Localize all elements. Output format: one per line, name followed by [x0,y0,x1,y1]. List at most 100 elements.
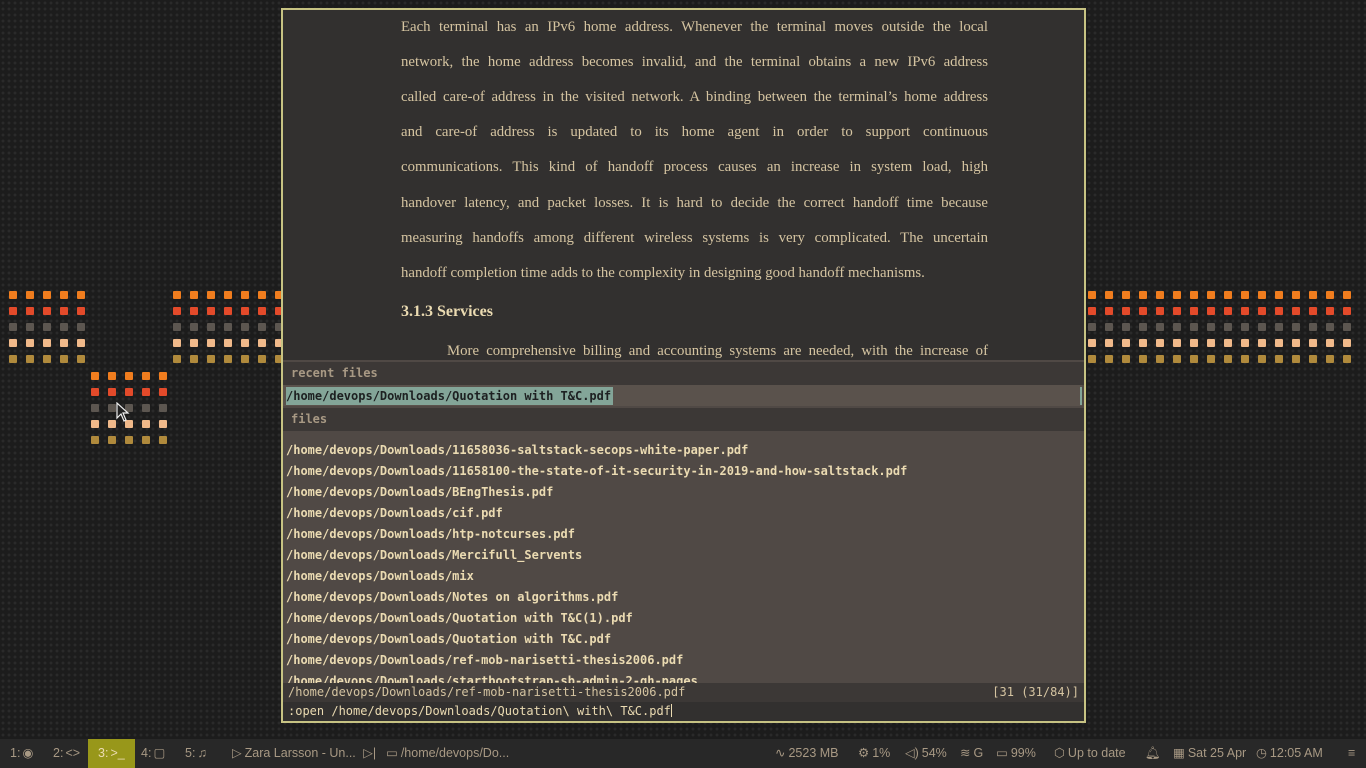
wallpaper-square [1326,355,1334,363]
workspace-4[interactable]: 4: ▢ [131,739,175,768]
wallpaper-square [1173,323,1181,331]
wifi-widget[interactable]: ≋ G [960,739,983,768]
wallpaper-square [1309,291,1317,299]
command-text[interactable]: :open /home/devops/Downloads/Quotation\ … [288,704,671,718]
wallpaper-square [1207,339,1215,347]
next-track-icon[interactable]: ▷| [363,739,376,768]
wallpaper-square [173,291,181,299]
menu-icon[interactable]: ≡ [1348,739,1355,768]
wifi-value: G [973,746,984,760]
wallpaper-square [1190,355,1198,363]
wallpaper-square [60,291,68,299]
wallpaper-square [1139,307,1147,315]
wallpaper-square [26,323,34,331]
notifications-widget[interactable]: 🔔︎ [1145,739,1164,768]
window-icon: ▭ [386,746,398,760]
wallpaper-square [1122,323,1130,331]
date-widget[interactable]: ▦ Sat 25 Apr [1173,739,1246,768]
activity-icon: ∿ [775,746,786,760]
wallpaper-square [224,323,232,331]
media-widget[interactable]: ▷ Zara Larsson - Un... ▷| [232,739,379,768]
wallpaper-square [1122,339,1130,347]
paragraph-line: measuring handoffs among different wirel… [401,230,988,246]
wallpaper-square [190,291,198,299]
wallpaper-square [1224,355,1232,363]
file-item[interactable]: /home/devops/Downloads/mix [286,567,474,585]
workspace-number: 3: [98,746,109,760]
workspace-number: 5: [185,746,196,760]
file-item[interactable]: /home/devops/Downloads/BEngThesis.pdf [286,483,553,501]
terminal-icon: >_ [110,746,125,760]
wallpaper-square [1173,355,1181,363]
clock-widget[interactable]: ◷ 12:05 AM [1256,739,1323,768]
menu-widget[interactable]: ≡ [1348,739,1358,768]
command-input[interactable]: :open /home/devops/Downloads/Quotation\ … [283,702,1084,721]
wallpaper-square [207,355,215,363]
workspace-5[interactable]: 5: ♫ [175,739,217,768]
file-item[interactable]: /home/devops/Downloads/ref-mob-narisetti… [286,651,683,669]
file-item[interactable]: /home/devops/Downloads/11658100-the-stat… [286,462,907,480]
wallpaper-square [1139,355,1147,363]
wallpaper-square [1241,291,1249,299]
recent-file-item[interactable]: /home/devops/Downloads/Quotation with T&… [286,387,614,405]
code-icon: <> [65,746,81,760]
wallpaper-square [9,355,17,363]
wallpaper-square [1207,355,1215,363]
wallpaper-square [91,420,99,428]
wallpaper-square [125,388,133,396]
cpu-value: 1% [872,746,891,760]
workspace-1[interactable]: 1: ◉ [0,739,43,768]
wallpaper-square [241,355,249,363]
file-item[interactable]: /home/devops/Downloads/htp-notcurses.pdf [286,525,575,543]
text-cursor [670,704,672,717]
wallpaper-square [1224,323,1232,331]
workspace-2[interactable]: 2: <> [43,739,90,768]
files-header: files [283,408,1084,431]
wallpaper-square [1088,339,1096,347]
wallpaper-square [1343,291,1351,299]
file-item[interactable]: /home/devops/Downloads/Quotation with T&… [286,630,611,648]
paragraph-line: communications. This kind of handoff pro… [401,159,988,175]
file-item[interactable]: /home/devops/Downloads/Mercifull_Servent… [286,546,582,564]
wallpaper-square [43,323,51,331]
completion-list[interactable]: recent files /home/devops/Downloads/Quot… [283,360,1084,693]
wallpaper-square [77,355,85,363]
paragraph-line: and care-of address is updated to its ho… [401,124,988,140]
workspace-3[interactable]: 3: >_ [88,739,135,768]
wallpaper-square [125,436,133,444]
bell-icon[interactable]: 🔔︎ [1145,739,1161,768]
wallpaper-square [142,388,150,396]
file-item[interactable]: /home/devops/Downloads/Notes on algorith… [286,588,618,606]
wallpaper-square [159,404,167,412]
wallpaper-square [1105,323,1113,331]
cpu-widget: ⚙ 1% [858,739,890,768]
wallpaper-square [1343,355,1351,363]
wallpaper-square [1326,339,1334,347]
wallpaper-square [1241,339,1249,347]
wallpaper-square [60,339,68,347]
clock-icon: ◷ [1256,746,1267,760]
wallpaper-square [1275,323,1283,331]
zathura-window[interactable]: Each terminal has an IPv6 home address. … [281,8,1086,723]
wallpaper-square [1343,339,1351,347]
wallpaper-square [258,355,266,363]
wallpaper-square [1105,339,1113,347]
wallpaper-square [43,291,51,299]
wallpaper-square [1343,307,1351,315]
file-item[interactable]: /home/devops/Downloads/11658036-saltstac… [286,441,748,459]
wallpaper-square [1275,307,1283,315]
play-icon[interactable]: ▷ [232,739,242,768]
wallpaper-square [142,404,150,412]
wallpaper-square [258,291,266,299]
calendar-icon: ▦ [1173,746,1185,760]
volume-widget[interactable]: ◁) 54% [905,739,947,768]
wallpaper-square [1105,307,1113,315]
pdf-page[interactable]: Each terminal has an IPv6 home address. … [283,10,1084,360]
wallpaper-square [1105,291,1113,299]
wallpaper-square [108,388,116,396]
wallpaper-square [1343,323,1351,331]
updates-widget[interactable]: ⬡ Up to date [1054,739,1126,768]
wallpaper-square [91,436,99,444]
file-item[interactable]: /home/devops/Downloads/cif.pdf [286,504,503,522]
file-item[interactable]: /home/devops/Downloads/Quotation with T&… [286,609,633,627]
